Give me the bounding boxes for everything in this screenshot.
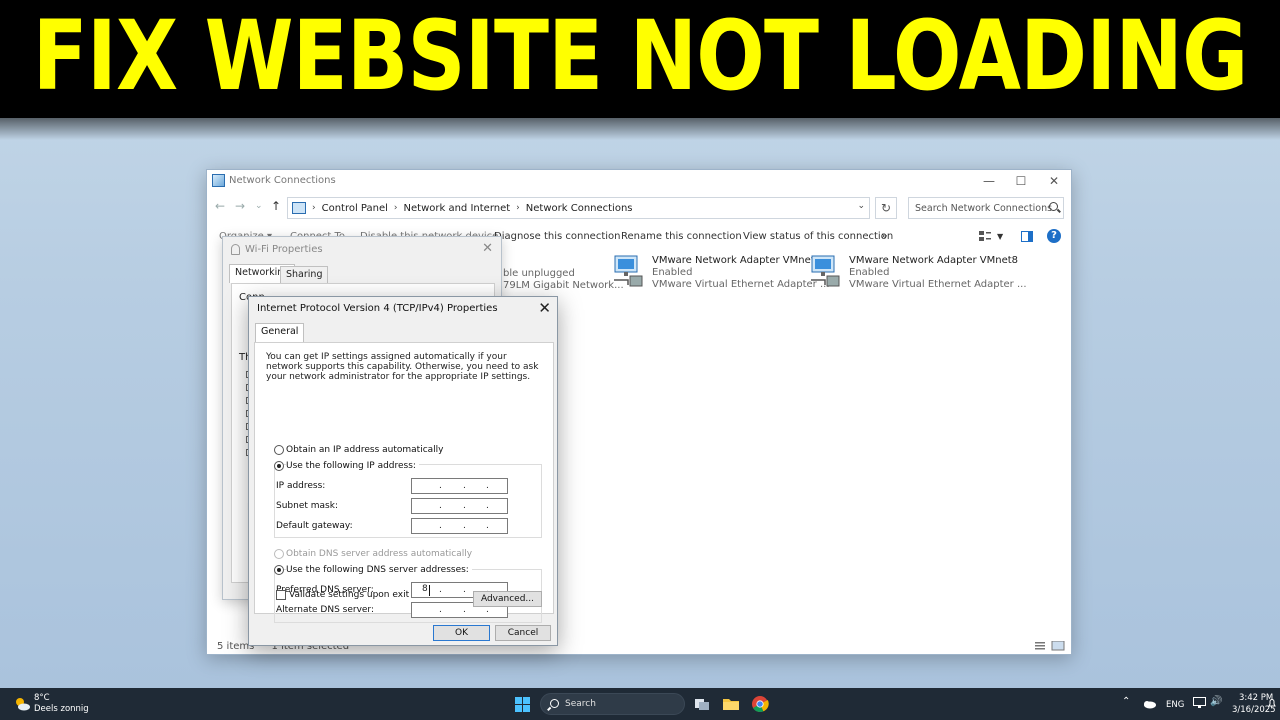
obtain-dns-label[interactable]: Obtain DNS server address automatically (286, 549, 472, 559)
up-arrow-icon[interactable]: ↑ (271, 199, 281, 213)
close-button[interactable]: ✕ (1037, 171, 1071, 191)
partly-sunny-icon[interactable] (14, 696, 30, 712)
banner-title: FIX WEBSITE NOT LOADING (32, 0, 1249, 112)
window-title: Network Connections (229, 175, 336, 186)
chevron-right-icon[interactable]: › (312, 203, 316, 213)
taskbar-search-label: Search (565, 699, 596, 709)
refresh-button[interactable]: ↻ (875, 197, 897, 219)
search-icon (550, 699, 559, 708)
control-panel-icon (292, 202, 306, 214)
breadcrumb-control-panel[interactable]: Control Panel (322, 203, 388, 214)
network-adapter-icon (614, 255, 643, 287)
weather-temperature[interactable]: 8°C (34, 693, 50, 703)
help-icon[interactable]: ? (1047, 229, 1061, 243)
diagnose-button[interactable]: Diagnose this connection (494, 231, 620, 242)
adapter-status: Enabled (849, 267, 890, 278)
weather-condition[interactable]: Deels zonnig (34, 704, 89, 714)
address-dropdown-icon[interactable]: ⌄ (857, 201, 865, 211)
chevron-right-icon[interactable]: › (516, 203, 520, 213)
notification-bell-icon[interactable] (1268, 698, 1276, 708)
validate-checkbox[interactable] (276, 590, 286, 600)
maximize-button[interactable]: ☐ (1004, 171, 1038, 191)
cancel-button[interactable]: Cancel (495, 625, 551, 641)
details-view-icon[interactable] (1035, 641, 1065, 651)
alternate-dns-label: Alternate DNS server: (276, 605, 375, 615)
taskbar-search[interactable]: Search (540, 693, 685, 715)
tab-sharing[interactable]: Sharing (280, 266, 329, 283)
intro-text: You can get IP settings assigned automat… (266, 352, 539, 382)
language-indicator[interactable]: ENG (1166, 700, 1184, 710)
obtain-ip-label[interactable]: Obtain an IP address automatically (286, 445, 444, 455)
advanced-button[interactable]: Advanced... (473, 591, 542, 607)
validate-label[interactable]: Validate settings upon exit (289, 590, 409, 600)
obtain-ip-radio[interactable] (274, 445, 284, 455)
adapter-vmnet8[interactable]: VMware Network Adapter VMnet8 Enabled VM… (809, 254, 1027, 294)
rename-button[interactable]: Rename this connection (621, 231, 742, 242)
partial-cable-status: ble unplugged (503, 268, 575, 279)
adapter-status: Enabled (652, 267, 693, 278)
default-gateway-label: Default gateway: (276, 521, 353, 531)
network-connections-icon (212, 174, 225, 187)
network-icon[interactable] (1193, 697, 1206, 709)
ipv4-properties-dialog: Internet Protocol Version 4 (TCP/IPv4) P… (248, 296, 558, 646)
use-ip-radio[interactable] (274, 461, 284, 471)
adapter-vmnet1[interactable]: VMware Network Adapter VMnet1 Enabled VM… (612, 254, 830, 294)
forward-arrow-icon[interactable]: → (235, 199, 245, 213)
search-placeholder: Search Network Connections (915, 203, 1053, 214)
subnet-mask-field[interactable]: ... (411, 498, 508, 514)
wifi-icon (231, 244, 240, 255)
address-bar[interactable]: › Control Panel › Network and Internet ›… (287, 197, 870, 219)
tab-general[interactable]: General (255, 323, 305, 342)
search-icon (1049, 202, 1058, 211)
use-dns-label[interactable]: Use the following DNS server addresses: (286, 565, 472, 575)
use-dns-radio[interactable] (274, 565, 284, 575)
breadcrumb-network-connections[interactable]: Network Connections (526, 203, 633, 214)
adapter-name: VMware Network Adapter VMnet1 (652, 255, 822, 266)
network-adapter-icon (811, 255, 840, 287)
onedrive-icon[interactable] (1142, 699, 1156, 709)
start-button[interactable] (515, 697, 530, 712)
subnet-mask-label: Subnet mask: (276, 501, 338, 511)
adapter-desc: VMware Virtual Ethernet Adapter ... (849, 279, 1027, 290)
use-ip-label[interactable]: Use the following IP address: (286, 461, 419, 471)
text-cursor (429, 585, 430, 596)
file-explorer-icon[interactable] (721, 694, 741, 714)
ip-address-label: IP address: (276, 481, 326, 491)
back-arrow-icon[interactable]: ← (215, 199, 225, 213)
default-gateway-field[interactable]: ... (411, 518, 508, 534)
taskbar: 8°C Deels zonnig Search ⌃ ENG 🔊 3:42 PM … (0, 688, 1280, 720)
minimize-button[interactable]: — (972, 171, 1006, 191)
partial-gigabit-desc: 79LM Gigabit Network... (503, 280, 624, 291)
ipv4-dialog-title: Internet Protocol Version 4 (TCP/IPv4) P… (257, 303, 498, 314)
window-titlebar: Network Connections — ☐ ✕ (207, 170, 1071, 192)
view-dropdown-icon[interactable]: ▼ (997, 232, 1003, 241)
ok-button[interactable]: OK (433, 625, 490, 641)
show-hidden-icons[interactable]: ⌃ (1122, 696, 1130, 707)
search-input[interactable]: Search Network Connections (908, 197, 1064, 219)
volume-icon[interactable]: 🔊 (1210, 696, 1222, 707)
obtain-dns-radio[interactable] (274, 549, 284, 559)
close-icon[interactable]: ✕ (538, 299, 551, 317)
title-banner: FIX WEBSITE NOT LOADING (0, 0, 1280, 140)
address-row: ← → ⌄ ↑ › Control Panel › Network and In… (207, 197, 1071, 219)
task-view-icon[interactable] (692, 694, 712, 714)
general-panel: You can get IP settings assigned automat… (254, 342, 554, 623)
adapter-name: VMware Network Adapter VMnet8 (849, 255, 1019, 266)
preferred-dns-value: 8 (422, 584, 428, 594)
more-commands-button[interactable]: » (881, 229, 888, 242)
recent-chevron-icon[interactable]: ⌄ (255, 201, 263, 211)
preview-pane-icon[interactable] (1021, 231, 1033, 242)
ip-address-field[interactable]: ... (411, 478, 508, 494)
breadcrumb-network-internet[interactable]: Network and Internet (404, 203, 511, 214)
wifi-dialog-title: Wi-Fi Properties (245, 244, 323, 255)
close-icon[interactable]: ✕ (482, 241, 493, 256)
chrome-icon[interactable] (750, 694, 770, 714)
adapter-desc: VMware Virtual Ethernet Adapter ... (652, 279, 830, 290)
view-status-button[interactable]: View status of this connection (743, 231, 893, 242)
chevron-right-icon[interactable]: › (394, 203, 398, 213)
change-view-icon[interactable] (979, 231, 991, 242)
